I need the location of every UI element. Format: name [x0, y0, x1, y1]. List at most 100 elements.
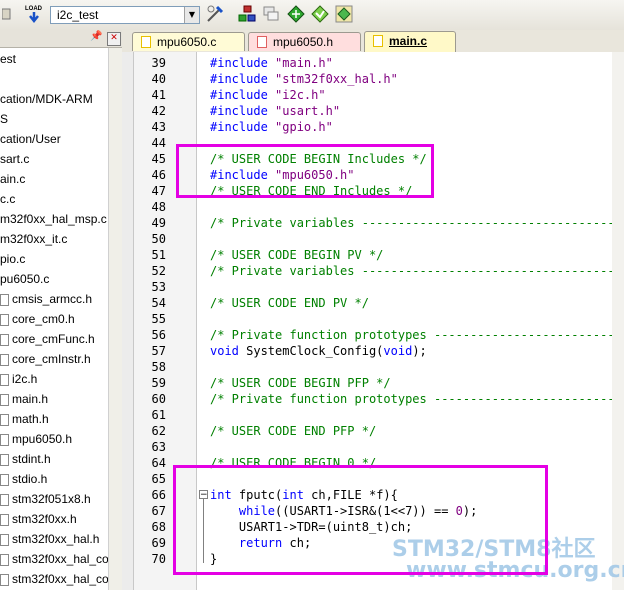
- tree-item[interactable]: m32f0xx_it.c: [0, 229, 67, 249]
- project-tree-scrollbar[interactable]: [108, 48, 122, 590]
- manage-components-icon[interactable]: [237, 4, 257, 24]
- tree-item[interactable]: math.h: [0, 409, 49, 429]
- tree-item-label: cation/User: [0, 132, 61, 146]
- tree-item[interactable]: stdio.h: [0, 469, 47, 489]
- line-number: 43: [151, 120, 166, 134]
- code-line[interactable]: /* USER CODE BEGIN PV */: [210, 247, 383, 263]
- code-line[interactable]: /* USER CODE END PV */: [210, 295, 369, 311]
- line-number: 69: [151, 536, 166, 550]
- tree-item[interactable]: S: [0, 109, 8, 129]
- code-line[interactable]: /* Private function prototypes ---------…: [210, 391, 615, 407]
- code-line[interactable]: return ch;: [210, 535, 311, 551]
- tree-item[interactable]: core_cm0.h: [0, 309, 75, 329]
- code-token: }: [210, 552, 218, 566]
- tree-item-label: pu6050.c: [0, 272, 50, 286]
- tree-item-label: ain.c: [0, 172, 26, 186]
- tree-item[interactable]: cation/MDK-ARM: [0, 89, 93, 109]
- breakpoint-gutter[interactable]: [122, 52, 134, 590]
- package-icon[interactable]: [334, 4, 354, 24]
- code-line[interactable]: /* Private variables -------------------…: [210, 215, 615, 231]
- tree-item[interactable]: c.c: [0, 189, 15, 209]
- tree-item[interactable]: stm32f0xx_hal_cor: [0, 549, 108, 569]
- tab-mpu6050-h[interactable]: mpu6050.h: [248, 32, 361, 51]
- c-file-icon: [141, 36, 151, 48]
- tree-item[interactable]: stm32f0xx_hal.h: [0, 529, 99, 549]
- code-line[interactable]: /* USER CODE END Includes */: [210, 183, 412, 199]
- code-token: /* Private function prototypes ---------…: [210, 328, 615, 342]
- tree-item-label: math.h: [12, 412, 49, 426]
- code-line[interactable]: /* Private function prototypes ---------…: [210, 327, 615, 343]
- tree-item[interactable]: main.h: [0, 389, 48, 409]
- code-line[interactable]: /* USER CODE BEGIN PFP */: [210, 375, 391, 391]
- code-line[interactable]: /* Private variables -------------------…: [210, 263, 615, 279]
- code-line[interactable]: while((USART1->ISR&(1<<7)) == 0);: [210, 503, 477, 519]
- code-line[interactable]: /* USER CODE BEGIN Includes */: [210, 151, 427, 167]
- tree-item-label: stm32f051x8.h: [12, 492, 91, 506]
- code-line[interactable]: int fputc(int ch,FILE *f){: [210, 487, 398, 503]
- line-number: 64: [151, 456, 166, 470]
- tree-item[interactable]: m32f0xx_hal_msp.c: [0, 209, 107, 229]
- tree-item[interactable]: cation/User: [0, 129, 61, 149]
- header-file-icon: [0, 453, 9, 466]
- tree-item[interactable]: pio.c: [0, 249, 25, 269]
- code-line[interactable]: #include "mpu6050.h": [210, 167, 355, 183]
- partial-icon[interactable]: [0, 4, 20, 24]
- code-token: void: [210, 344, 239, 358]
- code-token: #include: [210, 120, 276, 134]
- tree-item[interactable]: pu6050.c: [0, 269, 49, 289]
- line-number: 56: [151, 328, 166, 342]
- code-line[interactable]: }: [210, 551, 217, 567]
- code-token: void: [383, 344, 413, 358]
- tree-item[interactable]: core_cmInstr.h: [0, 349, 91, 369]
- pin-icon[interactable]: 📌: [90, 31, 102, 42]
- tree-item-label: pio.c: [0, 252, 26, 266]
- tab-main-c[interactable]: main.c: [364, 31, 456, 52]
- tree-item[interactable]: est: [0, 49, 16, 69]
- line-number: 53: [151, 280, 166, 294]
- line-number: 63: [151, 440, 166, 454]
- code-line[interactable]: #include "usart.h": [210, 103, 340, 119]
- code-line[interactable]: void SystemClock_Config(void);: [210, 343, 427, 359]
- code-editor[interactable]: 39 #include "main.h" 40 #include "stm32f0xx…: [122, 52, 624, 590]
- pack-installer-icon[interactable]: [310, 4, 330, 24]
- load-button[interactable]: LOAD: [24, 4, 44, 24]
- tree-item-label: S: [0, 112, 9, 126]
- tree-item[interactable]: stm32f051x8.h: [0, 489, 91, 509]
- close-icon[interactable]: ✕: [107, 32, 121, 46]
- tree-item-label: m32f0xx_hal_msp.c: [0, 212, 107, 226]
- code-token: "mpu6050.h": [275, 168, 355, 182]
- tree-item-label: c.c: [0, 192, 16, 206]
- code-line[interactable]: /* USER CODE END PFP */: [210, 423, 376, 439]
- tree-item[interactable]: stdint.h: [0, 449, 51, 469]
- tree-item[interactable]: i2c.h: [0, 369, 37, 389]
- editor-tab-bar: mpu6050.c mpu6050.h main.c: [122, 30, 624, 53]
- header-file-icon: [0, 293, 9, 306]
- code-line[interactable]: USART1->TDR=(uint8_t)ch;: [210, 519, 412, 535]
- tree-item[interactable]: core_cmFunc.h: [0, 329, 95, 349]
- code-token: int: [210, 488, 232, 502]
- fold-toggle-icon[interactable]: −: [199, 490, 208, 500]
- code-token: int: [282, 488, 304, 502]
- tree-item[interactable]: sart.c: [0, 149, 29, 169]
- tree-item[interactable]: mpu6050.h: [0, 429, 72, 449]
- options-for-target-icon[interactable]: [205, 4, 225, 24]
- tree-item[interactable]: stm32f0xx.h: [0, 509, 77, 529]
- tree-item[interactable]: cmsis_armcc.h: [0, 289, 92, 309]
- tree-item[interactable]: stm32f0xx_hal_cor: [0, 569, 108, 588]
- tree-item-label: core_cmInstr.h: [12, 352, 91, 366]
- editor-scrollbar[interactable]: [612, 52, 624, 590]
- tab-mpu6050-c[interactable]: mpu6050.c: [132, 32, 245, 51]
- code-line[interactable]: #include "stm32f0xx_hal.h": [210, 71, 398, 87]
- chevron-down-icon[interactable]: ▼: [184, 7, 199, 23]
- code-line[interactable]: /* USER CODE BEGIN 0 */: [210, 455, 376, 471]
- code-token: #include: [210, 72, 276, 86]
- tree-item[interactable]: ain.c: [0, 169, 25, 189]
- line-number: 44: [151, 136, 166, 150]
- target-select[interactable]: i2c_test ▼: [50, 6, 200, 24]
- code-line[interactable]: #include "main.h": [210, 55, 333, 71]
- file-extensions-icon[interactable]: [261, 4, 281, 24]
- code-line[interactable]: #include "i2c.h": [210, 87, 326, 103]
- green-diamond-icon[interactable]: [286, 4, 306, 24]
- line-number: 65: [151, 472, 166, 486]
- code-line[interactable]: #include "gpio.h": [210, 119, 333, 135]
